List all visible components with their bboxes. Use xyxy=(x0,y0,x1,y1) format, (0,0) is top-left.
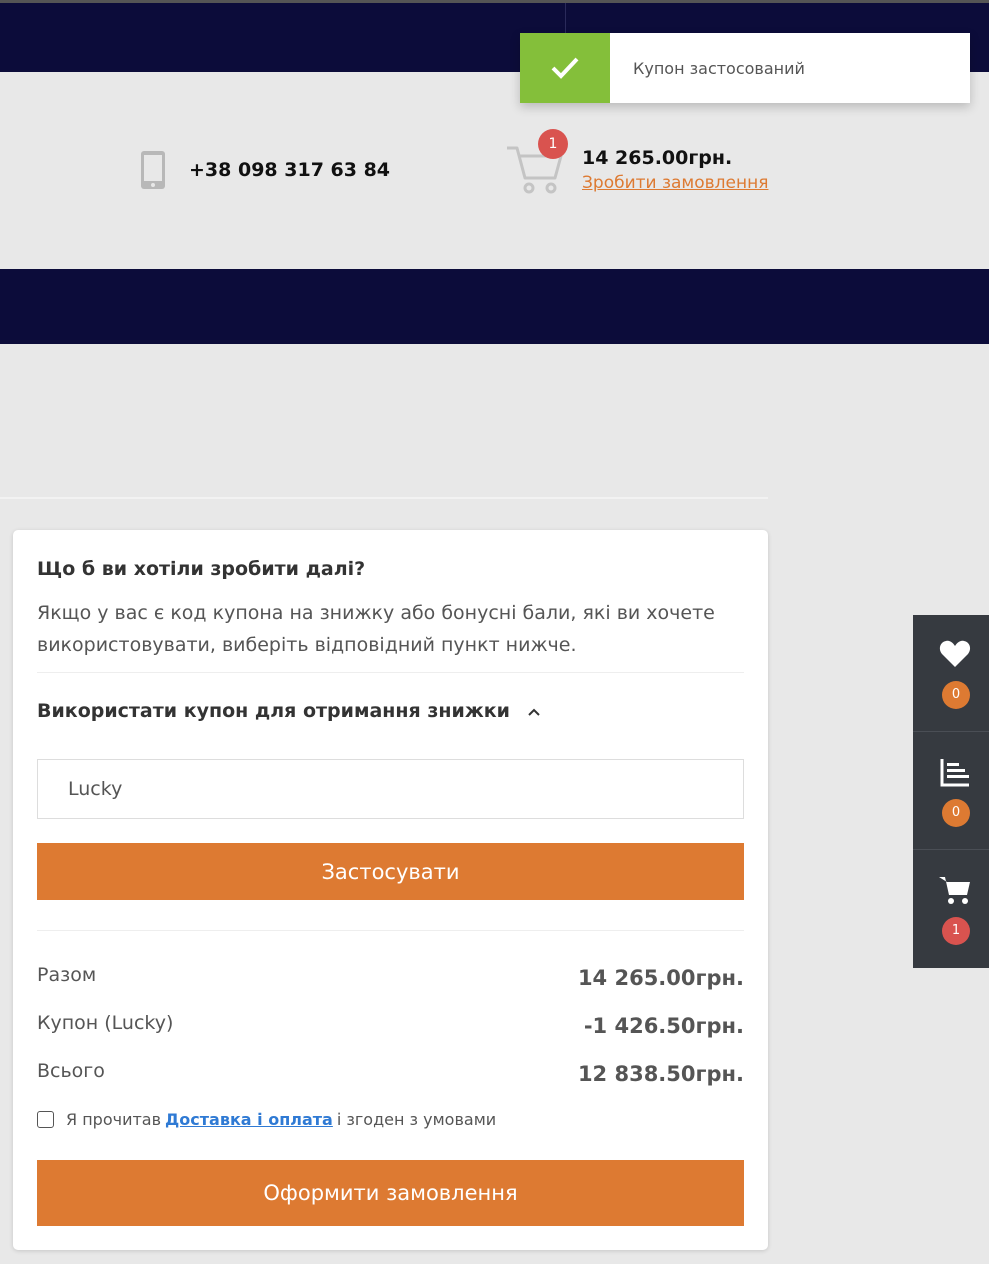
totals-value: 14 265.00грн. xyxy=(577,966,744,990)
separator xyxy=(37,672,744,673)
cart-count-badge: 1 xyxy=(538,129,568,159)
phone-number[interactable]: +38 098 317 63 84 xyxy=(189,159,390,181)
card-description: Якщо у вас є код купона на знижку або бо… xyxy=(37,602,715,656)
side-item-wishlist[interactable]: 0 xyxy=(913,615,989,732)
phone-icon xyxy=(141,151,165,189)
coupon-toggle[interactable]: Використати купон для отримання знижки xyxy=(37,700,541,722)
content-divider xyxy=(0,497,768,499)
separator xyxy=(37,930,744,931)
side-panel: 0 0 1 xyxy=(913,615,989,968)
terms-agreement: Я прочитав Доставка і оплата і згоден з … xyxy=(37,1110,496,1129)
shopping-cart-icon xyxy=(939,877,970,904)
apply-coupon-button[interactable]: Застосувати xyxy=(37,843,744,900)
totals-row: Разом 14 265.00грн. xyxy=(37,964,744,994)
terms-checkbox[interactable] xyxy=(37,1111,54,1128)
card-title: Що б ви хотіли зробити далі? xyxy=(37,558,366,580)
checkout-options-card: Що б ви хотіли зробити далі? Якщо у вас … xyxy=(13,530,768,1250)
delivery-payment-link[interactable]: Доставка і оплата xyxy=(165,1110,333,1129)
side-cart-count-badge: 1 xyxy=(942,917,970,945)
coupon-input[interactable] xyxy=(37,759,744,819)
coupon-applied-toast[interactable]: Купон застосований xyxy=(520,33,970,103)
main-nav-bar xyxy=(0,269,989,344)
totals-label: Разом xyxy=(37,964,97,986)
terms-prefix: Я прочитав xyxy=(66,1110,162,1129)
chevron-up-icon xyxy=(527,708,540,716)
totals-row: Всього 12 838.50грн. xyxy=(37,1060,744,1090)
heart-icon xyxy=(939,640,971,667)
coupon-toggle-label: Використати купон для отримання знижки xyxy=(37,700,510,722)
toast-message: Купон застосований xyxy=(633,59,805,78)
totals-value: -1 426.50грн. xyxy=(583,1014,744,1038)
checkout-link[interactable]: Зробити замовлення xyxy=(582,173,768,193)
side-divider xyxy=(913,849,989,850)
totals-value: 12 838.50грн. xyxy=(577,1062,744,1086)
side-divider xyxy=(913,731,989,732)
side-item-cart[interactable]: 1 xyxy=(913,851,989,968)
terms-suffix: і згоден з умовами xyxy=(336,1110,497,1129)
place-order-button[interactable]: Оформити замовлення xyxy=(37,1160,744,1226)
totals-label: Всього xyxy=(37,1060,105,1082)
toast-success-block xyxy=(520,33,610,103)
cart-total: 14 265.00грн. xyxy=(582,147,733,169)
checkmark-icon xyxy=(551,57,579,79)
compare-chart-icon xyxy=(940,759,969,787)
totals-label: Купон (Lucky) xyxy=(37,1012,174,1034)
side-item-compare[interactable]: 0 xyxy=(913,733,989,850)
compare-count-badge: 0 xyxy=(942,799,970,827)
totals-row: Купон (Lucky) -1 426.50грн. xyxy=(37,1012,744,1042)
wishlist-count-badge: 0 xyxy=(942,681,970,709)
